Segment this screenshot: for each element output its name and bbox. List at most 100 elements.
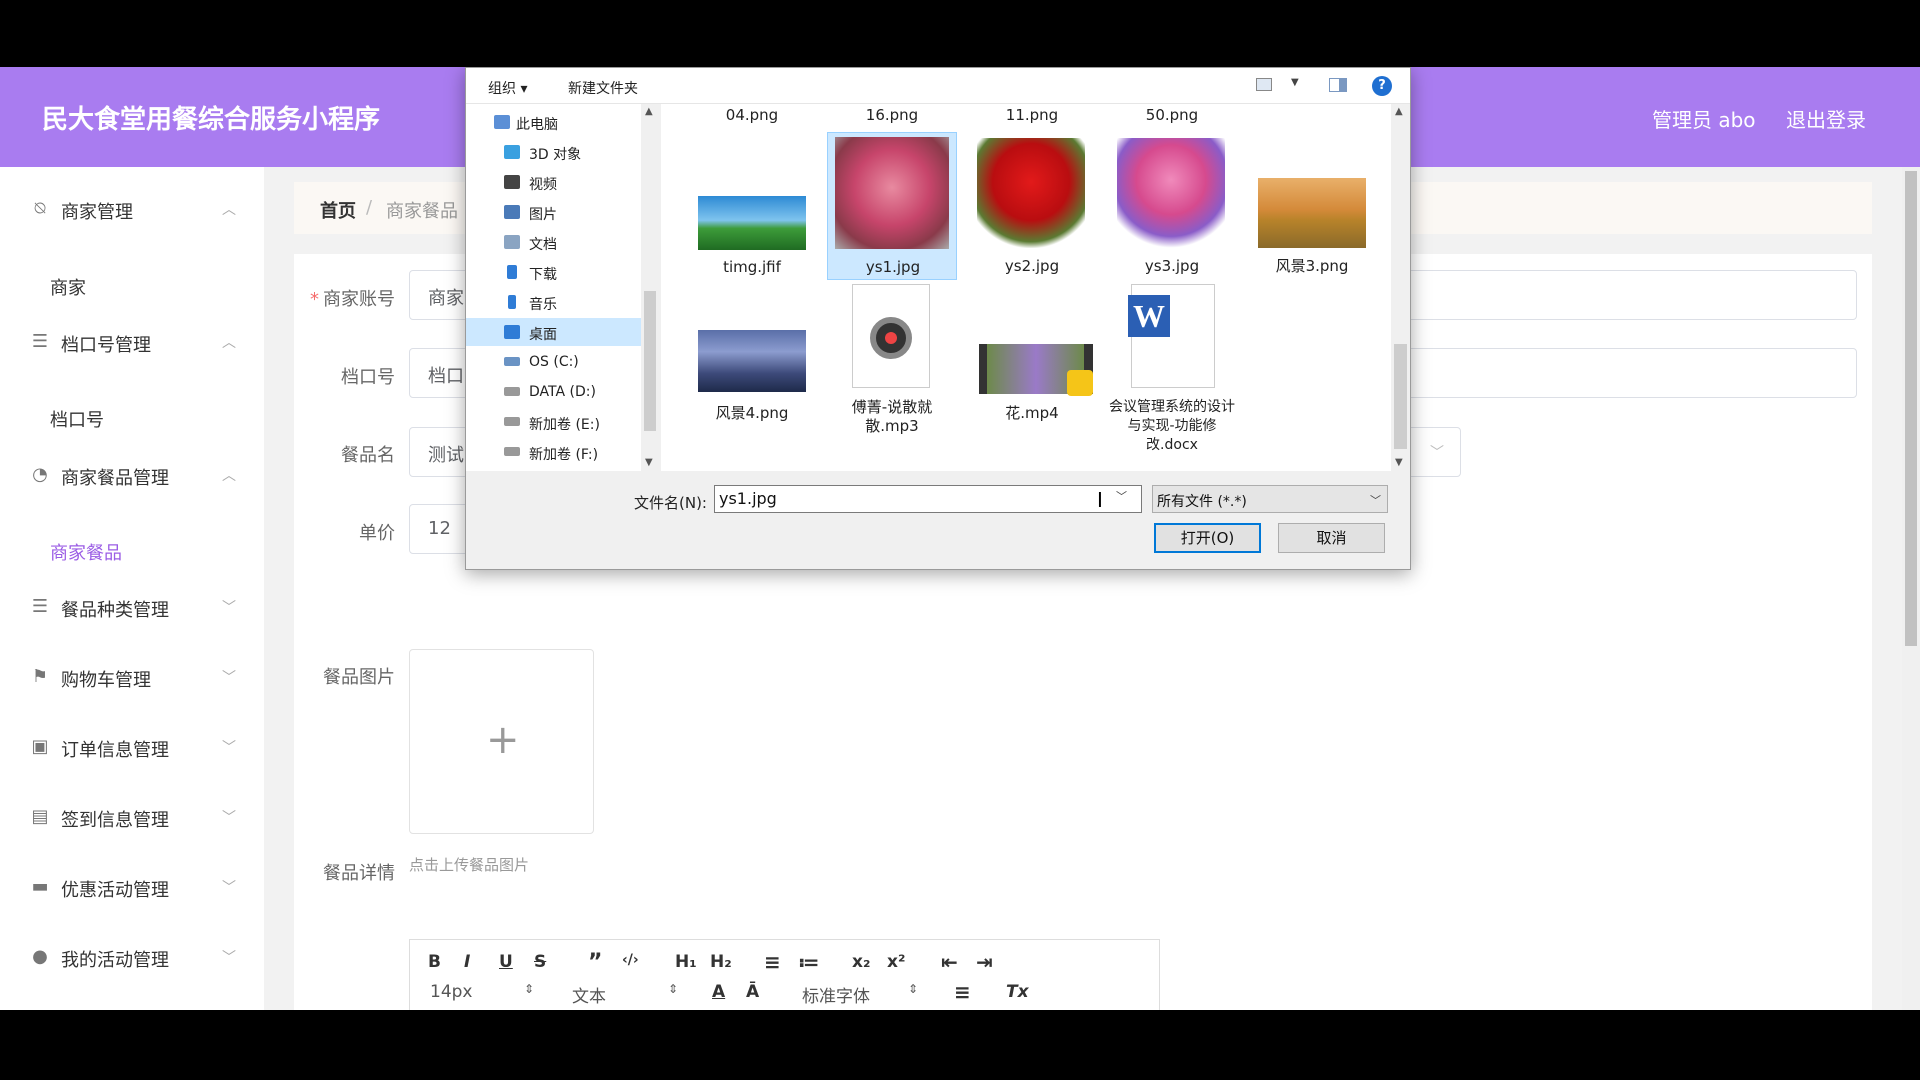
sidebar-item-label: 商家管理	[61, 202, 133, 223]
file-item[interactable]: ys3.jpg	[1107, 132, 1237, 280]
organize-menu[interactable]: 组织 ▾	[488, 78, 527, 98]
indent-button[interactable]: ⇥	[976, 950, 993, 974]
nav-item-3d[interactable]: 3D 对象	[466, 138, 641, 166]
sidebar-item-category[interactable]: ☰ 餐品种类管理 ﹀	[0, 587, 264, 627]
help-icon[interactable]: ?	[1372, 76, 1392, 96]
file-item[interactable]: 风景4.png	[687, 284, 817, 434]
view-mode-icon[interactable]	[1256, 78, 1272, 91]
nav-item-drive-d[interactable]: DATA (D:)	[466, 378, 641, 406]
chevron-down-icon: ﹀	[222, 670, 236, 686]
underline-button[interactable]: U	[499, 952, 513, 972]
nav-item-this-pc[interactable]: 此电脑	[466, 108, 641, 136]
file-item[interactable]: 50.png	[1107, 104, 1237, 128]
chevron-down-icon[interactable]: ﹀	[1370, 492, 1381, 508]
text-style-select[interactable]: 文本	[572, 982, 606, 1007]
filename-input[interactable]: ys1.jpg	[714, 485, 1142, 513]
file-item-selected[interactable]: ys1.jpg	[827, 132, 957, 280]
file-scrollbar[interactable]: ▲ ▼	[1391, 104, 1410, 471]
outdent-button[interactable]: ⇤	[941, 950, 958, 974]
desktop-icon	[504, 325, 520, 339]
chevron-down-icon: ﹀	[222, 740, 236, 756]
file-item[interactable]: ys2.jpg	[967, 132, 1097, 280]
bold-button[interactable]: B	[428, 952, 441, 972]
page-scrollbar-thumb[interactable]	[1905, 171, 1917, 646]
file-scrollbar-thumb[interactable]	[1394, 344, 1407, 449]
chevron-up-icon[interactable]: ▲	[645, 106, 653, 117]
file-item[interactable]: 花.mp4	[967, 284, 1097, 434]
sidebar-item-stall[interactable]: ☰ 档口号管理 ︿	[0, 322, 264, 362]
updown-icon: ⇕	[524, 982, 535, 996]
sidebar-sub-dish[interactable]: 商家餐品	[50, 539, 122, 565]
nav-item-video[interactable]: 视频	[466, 168, 641, 196]
strike-button[interactable]: S	[534, 952, 546, 972]
sidebar-item-promo[interactable]: ▬ 优惠活动管理 ﹀	[0, 867, 264, 907]
nav-item-music[interactable]: 音乐	[466, 288, 641, 316]
filetype-select[interactable]: 所有文件 (*.*)	[1152, 485, 1388, 513]
sidebar-item-checkin[interactable]: ▤ 签到信息管理 ﹀	[0, 797, 264, 837]
picture-icon	[504, 205, 520, 219]
breadcrumb-separator: /	[366, 197, 373, 218]
font-color-button[interactable]: A	[712, 982, 725, 1002]
cancel-button[interactable]: 取消	[1278, 523, 1385, 553]
nav-item-drive-c[interactable]: OS (C:)	[466, 348, 641, 376]
italic-button[interactable]: I	[464, 952, 470, 972]
sidebar-item-merchant[interactable]: ⍉ 商家管理 ︿	[0, 189, 264, 229]
sidebar-item-dish[interactable]: ◔ 商家餐品管理 ︿	[0, 455, 264, 495]
page-scrollbar[interactable]	[1902, 167, 1920, 1010]
nav-item-documents[interactable]: 文档	[466, 228, 641, 256]
font-family-select[interactable]: 标准字体	[802, 982, 870, 1007]
computer-icon	[494, 115, 510, 129]
subscript-button[interactable]: x₂	[852, 952, 870, 972]
file-item[interactable]: 16.png	[827, 104, 957, 128]
nav-scrollbar[interactable]: ▲ ▼	[641, 104, 659, 471]
chevron-down-icon[interactable]: ▼	[1291, 77, 1299, 88]
sidebar-sub-stall[interactable]: 档口号	[50, 406, 104, 432]
breadcrumb-home[interactable]: 首页	[320, 197, 356, 223]
logout-link[interactable]: 退出登录	[1786, 104, 1866, 133]
file-item[interactable]: W 会议管理系统的设计与实现-功能修改.docx	[1107, 284, 1237, 453]
nav-item-downloads[interactable]: 下载	[466, 258, 641, 286]
preview-pane-icon[interactable]	[1329, 78, 1347, 92]
superscript-button[interactable]: x²	[887, 952, 905, 972]
clear-format-button[interactable]: Tx	[1006, 982, 1029, 1002]
image-upload-box[interactable]: +	[409, 649, 594, 834]
sidebar-item-cart[interactable]: ⚑ 购物车管理 ﹀	[0, 657, 264, 697]
chevron-down-icon[interactable]: ▼	[1395, 457, 1403, 468]
sidebar-item-orders[interactable]: ▣ 订单信息管理 ﹀	[0, 727, 264, 767]
nav-item-pictures[interactable]: 图片	[466, 198, 641, 226]
align-button[interactable]: ≡	[954, 980, 971, 1004]
chevron-down-icon[interactable]: ▼	[645, 457, 653, 468]
compass-icon: ◔	[32, 464, 48, 485]
file-item[interactable]: 04.png	[687, 104, 817, 128]
h1-button[interactable]: H₁	[675, 952, 697, 972]
app-title: 民大食堂用餐综合服务小程序	[42, 105, 381, 135]
chevron-down-icon[interactable]: ﹀	[1116, 488, 1127, 504]
sidebar-item-label: 签到信息管理	[61, 810, 169, 831]
open-button[interactable]: 打开(O)	[1154, 523, 1261, 553]
price-label: 单价	[359, 523, 395, 544]
dish-image-label: 餐品图片	[323, 667, 395, 688]
sidebar-item-my-activity[interactable]: ● 我的活动管理 ﹀	[0, 937, 264, 977]
file-item[interactable]: 傅菁-说散就散.mp3	[827, 284, 957, 435]
merchant-account-label: * 商家账号	[310, 289, 395, 310]
nav-item-drive-e[interactable]: 新加卷 (E:)	[466, 408, 641, 436]
nav-scrollbar-thumb[interactable]	[644, 291, 656, 431]
sidebar-item-label: 购物车管理	[61, 670, 151, 691]
file-item[interactable]: 11.png	[967, 104, 1097, 128]
new-folder-button[interactable]: 新建文件夹	[568, 78, 638, 98]
chevron-up-icon[interactable]: ▲	[1395, 106, 1403, 117]
file-item[interactable]: timg.jfif	[687, 132, 817, 280]
font-size-select[interactable]: 14px	[430, 982, 472, 1002]
h2-button[interactable]: H₂	[710, 952, 732, 972]
nav-item-desktop[interactable]: 桌面	[466, 318, 641, 346]
file-item[interactable]: 风景3.png	[1247, 132, 1377, 280]
code-button[interactable]: ‹/›	[622, 952, 639, 968]
ordered-list-button[interactable]: ≡	[764, 950, 781, 974]
bell-off-icon: ⍉	[34, 198, 46, 219]
bullet-list-button[interactable]: ≔	[798, 950, 819, 974]
nav-item-drive-f[interactable]: 新加卷 (F:)	[466, 438, 641, 466]
bg-color-button[interactable]: Ā	[746, 982, 759, 1002]
sidebar-sub-merchant[interactable]: 商家	[50, 274, 86, 300]
quote-button[interactable]: ”	[588, 950, 602, 975]
image-thumbnail	[698, 196, 806, 250]
